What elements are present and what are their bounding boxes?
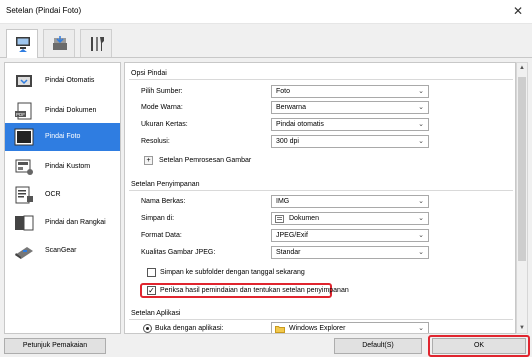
- source-select[interactable]: Foto ⌄: [271, 85, 429, 98]
- source-value: Foto: [276, 88, 291, 95]
- filename-label: Nama Berkas:: [141, 198, 186, 205]
- ocr-icon: [15, 186, 33, 204]
- color-mode-label: Mode Warna:: [141, 104, 183, 111]
- window-title: Setelan (Pindai Foto): [6, 6, 82, 15]
- source-label: Pilih Sumber:: [141, 88, 183, 95]
- scangear-icon: [15, 247, 33, 259]
- color-mode-value: Berwarna: [276, 104, 306, 111]
- image-processing-label: Setelan Pemrosesan Gambar: [159, 157, 252, 164]
- filename-input[interactable]: IMG ⌄: [271, 195, 429, 208]
- tab-scan-from-panel[interactable]: [43, 29, 75, 57]
- documents-folder-icon: [275, 215, 284, 223]
- sidebar-item-label: Pindai Foto: [45, 133, 81, 140]
- chevron-down-icon: ⌄: [418, 232, 424, 239]
- section-divider: [129, 190, 513, 191]
- chevron-down-icon: ⌄: [418, 104, 424, 111]
- defaults-button[interactable]: Default(S): [334, 338, 422, 354]
- scanner-computer-icon: [16, 37, 30, 52]
- jpeg-quality-select[interactable]: Standar ⌄: [271, 246, 429, 259]
- save-in-value: Dokumen: [289, 215, 319, 222]
- open-with-app-value: Windows Explorer: [289, 325, 346, 332]
- subfolder-label: Simpan ke subfolder dengan tanggal sekar…: [160, 269, 305, 276]
- resolution-label: Resolusi:: [141, 138, 170, 145]
- section-divider: [129, 319, 513, 320]
- open-with-app-radio[interactable]: [143, 324, 152, 333]
- section-title-scan-options: Opsi Pindai: [131, 70, 167, 77]
- folder-icon: [275, 326, 285, 333]
- instructions-button[interactable]: Petunjuk Pemakaian: [4, 338, 106, 354]
- save-in-select[interactable]: Dokumen ⌄: [271, 212, 429, 225]
- sidebar-item-photo-scan[interactable]: Pindai Foto: [5, 123, 120, 151]
- scrollbar-thumb[interactable]: [518, 77, 526, 261]
- chevron-down-icon: ⌄: [418, 215, 424, 222]
- sidebar-item-label: OCR: [45, 191, 61, 198]
- check-scan-results-label: Periksa hasil pemindaian dan tentukan se…: [160, 287, 349, 294]
- data-format-label: Format Data:: [141, 232, 182, 239]
- stitch-icon: [15, 215, 34, 231]
- filename-value: IMG: [276, 198, 290, 205]
- photo-icon: [14, 128, 34, 146]
- title-bar: Setelan (Pindai Foto) ✕: [0, 0, 532, 24]
- sidebar-item-label: Pindai dan Rangkai: [45, 219, 106, 226]
- sidebar-item-label: ScanGear: [45, 247, 77, 254]
- content-area: Pindai Otomatis PDF Pindai Dokumen Pinda…: [0, 58, 532, 334]
- check-scan-results-checkbox[interactable]: ✓: [147, 286, 156, 295]
- auto-scan-icon: [16, 75, 32, 87]
- resolution-value: 300 dpi: [276, 138, 299, 145]
- chevron-down-icon: ⌄: [418, 121, 424, 128]
- sidebar-item-label: Pindai Kustom: [45, 163, 91, 170]
- sidebar-item-document-scan[interactable]: PDF Pindai Dokumen: [5, 97, 120, 125]
- sidebar-item-label: Pindai Dokumen: [45, 107, 97, 114]
- chevron-down-icon: ⌄: [418, 325, 424, 332]
- settings-panel: Opsi Pindai Pilih Sumber: Foto ⌄ Mode Wa…: [124, 62, 516, 334]
- chevron-down-icon: ⌄: [418, 249, 424, 256]
- svg-text:PDF: PDF: [16, 112, 25, 117]
- color-mode-select[interactable]: Berwarna ⌄: [271, 101, 429, 114]
- sidebar-item-ocr[interactable]: OCR: [5, 181, 120, 209]
- custom-scan-icon: [15, 159, 33, 175]
- settings-tab-strip: [0, 24, 532, 59]
- paper-size-select[interactable]: Pindai otomatis ⌄: [271, 118, 429, 131]
- vertical-scrollbar[interactable]: ▲ ▼: [516, 62, 528, 334]
- open-with-app-label: Buka dengan aplikasi:: [155, 325, 224, 332]
- sidebar-item-scangear[interactable]: ScanGear: [5, 237, 120, 265]
- section-title-save-settings: Setelan Penyimpanan: [131, 181, 200, 188]
- scan-type-list: Pindai Otomatis PDF Pindai Dokumen Pinda…: [4, 62, 121, 334]
- sidebar-item-stitch-scan[interactable]: Pindai dan Rangkai: [5, 209, 120, 237]
- pdf-document-icon: PDF: [15, 102, 32, 120]
- subfolder-checkbox[interactable]: [147, 268, 156, 277]
- section-divider: [129, 79, 513, 80]
- data-format-value: JPEG/Exif: [276, 232, 308, 239]
- chevron-down-icon: ⌄: [418, 88, 424, 95]
- chevron-down-icon: ⌄: [418, 138, 424, 145]
- resolution-select[interactable]: 300 dpi ⌄: [271, 135, 429, 148]
- save-in-label: Simpan di:: [141, 215, 175, 222]
- scroll-up-icon[interactable]: ▲: [517, 63, 527, 73]
- expand-image-processing-button[interactable]: +: [144, 156, 153, 165]
- close-icon[interactable]: ✕: [504, 0, 532, 22]
- section-title-app-settings: Setelan Aplikasi: [131, 310, 181, 317]
- jpeg-quality-label: Kualitas Gambar JPEG:: [141, 249, 216, 256]
- paper-size-label: Ukuran Kertas:: [141, 121, 188, 128]
- scanner-icon: [53, 36, 67, 50]
- data-format-select[interactable]: JPEG/Exif ⌄: [271, 229, 429, 242]
- tab-general-settings[interactable]: [80, 29, 112, 57]
- tab-scan-from-computer[interactable]: [6, 29, 38, 59]
- jpeg-quality-value: Standar: [276, 249, 301, 256]
- sidebar-item-auto-scan[interactable]: Pindai Otomatis: [5, 67, 120, 95]
- sidebar-item-custom-scan[interactable]: Pindai Kustom: [5, 153, 120, 181]
- chevron-down-icon: ⌄: [418, 198, 424, 205]
- tools-icon: [91, 37, 104, 51]
- sidebar-item-label: Pindai Otomatis: [45, 77, 95, 84]
- dialog-footer: Petunjuk Pemakaian Default(S) OK: [0, 334, 532, 357]
- ok-button[interactable]: OK: [432, 338, 526, 354]
- open-with-app-select[interactable]: Windows Explorer ⌄: [271, 322, 429, 333]
- scroll-down-icon[interactable]: ▼: [517, 323, 527, 333]
- paper-size-value: Pindai otomatis: [276, 121, 324, 128]
